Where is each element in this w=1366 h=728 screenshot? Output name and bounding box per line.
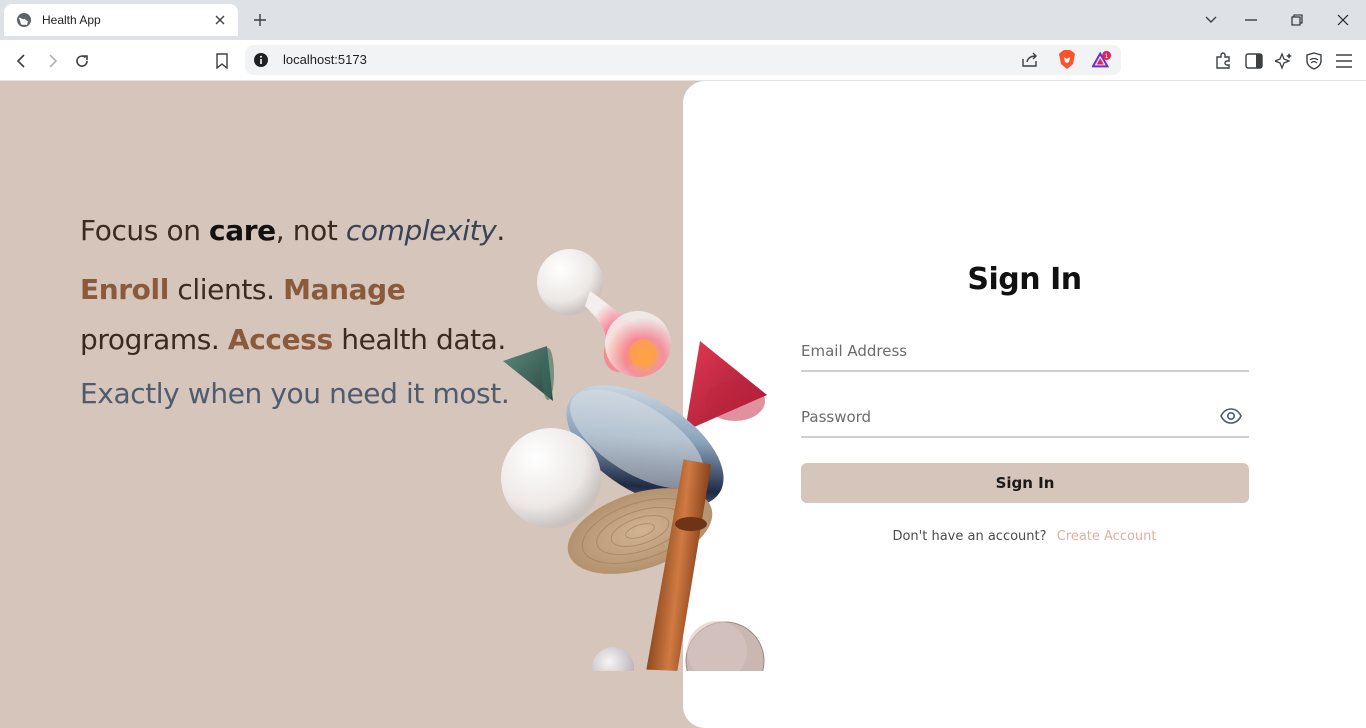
hero-text-segment: , not — [275, 214, 346, 247]
hero-accent-access: Access — [227, 323, 333, 356]
login-page: Focus on care, not complexity. Enroll cl… — [0, 81, 1366, 728]
reload-icon[interactable] — [71, 50, 93, 72]
svg-text:1: 1 — [1105, 53, 1109, 60]
hero-text-segment: programs. — [80, 323, 228, 356]
site-info-icon[interactable] — [253, 52, 269, 68]
minimize-button[interactable] — [1241, 10, 1261, 30]
hero-text-segment: Focus on — [80, 214, 210, 247]
globe-icon — [16, 12, 32, 28]
decorative-3d-shapes-illustration — [501, 249, 767, 671]
hero-tagline: Exactly when you need it most. — [80, 377, 510, 410]
forward-arrow-icon[interactable] — [41, 50, 63, 72]
menu-hamburger-icon[interactable] — [1333, 50, 1355, 72]
hero-accent-manage: Manage — [283, 273, 406, 306]
hero-emphasis-complexity: complexity — [345, 214, 497, 247]
hero-text-segment: health data. — [332, 323, 506, 356]
sidebar-icon[interactable] — [1243, 50, 1265, 72]
hero-features: Enroll clients. Manage programs. Access … — [80, 265, 520, 365]
show-password-eye-icon[interactable] — [1219, 404, 1243, 428]
back-arrow-icon[interactable] — [11, 50, 33, 72]
password-field[interactable] — [801, 398, 1249, 438]
restore-button[interactable] — [1287, 10, 1307, 30]
hero-headline: Focus on care, not complexity. — [80, 214, 520, 247]
hero-emphasis-care: care — [209, 214, 276, 247]
close-tab-icon[interactable] — [212, 12, 228, 28]
share-icon[interactable] — [1020, 50, 1040, 70]
tab-title: Health App — [42, 13, 101, 27]
email-field[interactable] — [801, 332, 1249, 372]
hero-accent-enroll: Enroll — [80, 273, 169, 306]
signin-button[interactable]: Sign In — [801, 463, 1249, 503]
tab-search-chevron-icon[interactable] — [1201, 10, 1221, 30]
url-text: localhost:5173 — [283, 52, 367, 67]
address-bar[interactable]: localhost:5173 1 — [245, 45, 1121, 75]
extensions-puzzle-icon[interactable] — [1212, 50, 1234, 72]
leo-ai-sparkle-icon[interactable] — [1273, 50, 1295, 72]
signin-panel: Sign In Sign In Don't have an account? C… — [683, 81, 1366, 728]
vpn-shield-icon[interactable] — [1303, 50, 1325, 72]
signup-prompt: Don't have an account? Create Account — [683, 529, 1366, 544]
signup-prompt-text: Don't have an account? — [892, 529, 1047, 544]
create-account-link[interactable]: Create Account — [1057, 529, 1157, 544]
signin-title: Sign In — [967, 262, 1082, 297]
rewards-triangle-icon[interactable]: 1 — [1092, 50, 1112, 70]
new-tab-button[interactable] — [250, 10, 270, 30]
browser-tab[interactable]: Health App — [4, 4, 238, 36]
hero-text: Focus on care, not complexity. Enroll cl… — [80, 214, 520, 410]
hero-text-segment: clients. — [168, 273, 284, 306]
brave-shield-icon[interactable] — [1057, 50, 1077, 70]
tab-strip: Health App — [0, 0, 1366, 40]
close-window-button[interactable] — [1333, 10, 1353, 30]
bookmark-icon[interactable] — [211, 50, 233, 72]
